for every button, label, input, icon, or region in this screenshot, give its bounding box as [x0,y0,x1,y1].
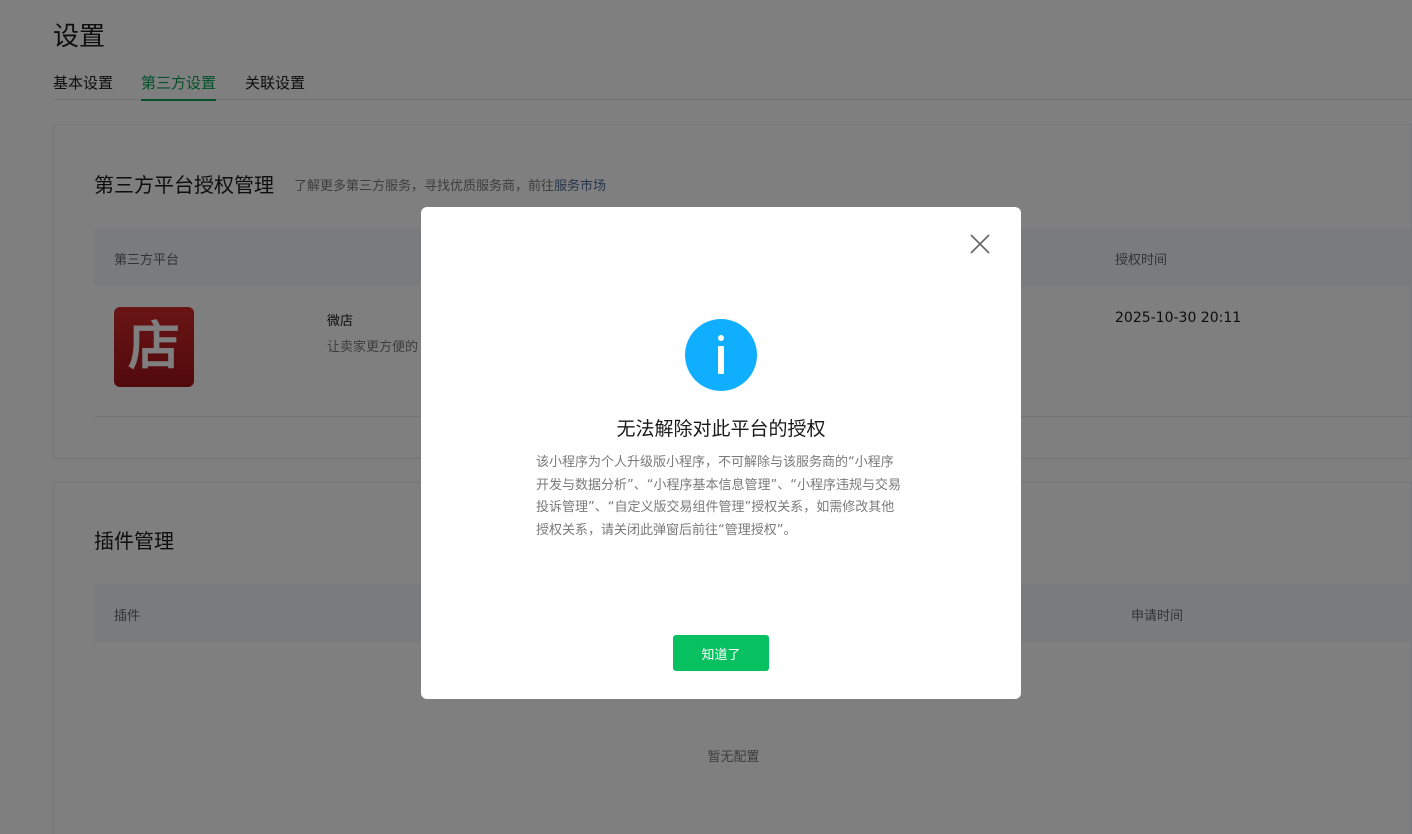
ok-button[interactable]: 知道了 [673,635,769,671]
dialog-body: 该小程序为个人升级版小程序，不可解除与该服务商的“小程序开发与数据分析”、“小程… [536,455,901,538]
dialog-title: 无法解除对此平台的授权 [616,418,826,440]
close-icon [970,234,990,254]
info-dialog: 无法解除对此平台的授权 该小程序为个人升级版小程序，不可解除与该服务商的“小程序… [421,207,1021,699]
info-icon [685,319,757,391]
close-button[interactable] [965,229,995,259]
